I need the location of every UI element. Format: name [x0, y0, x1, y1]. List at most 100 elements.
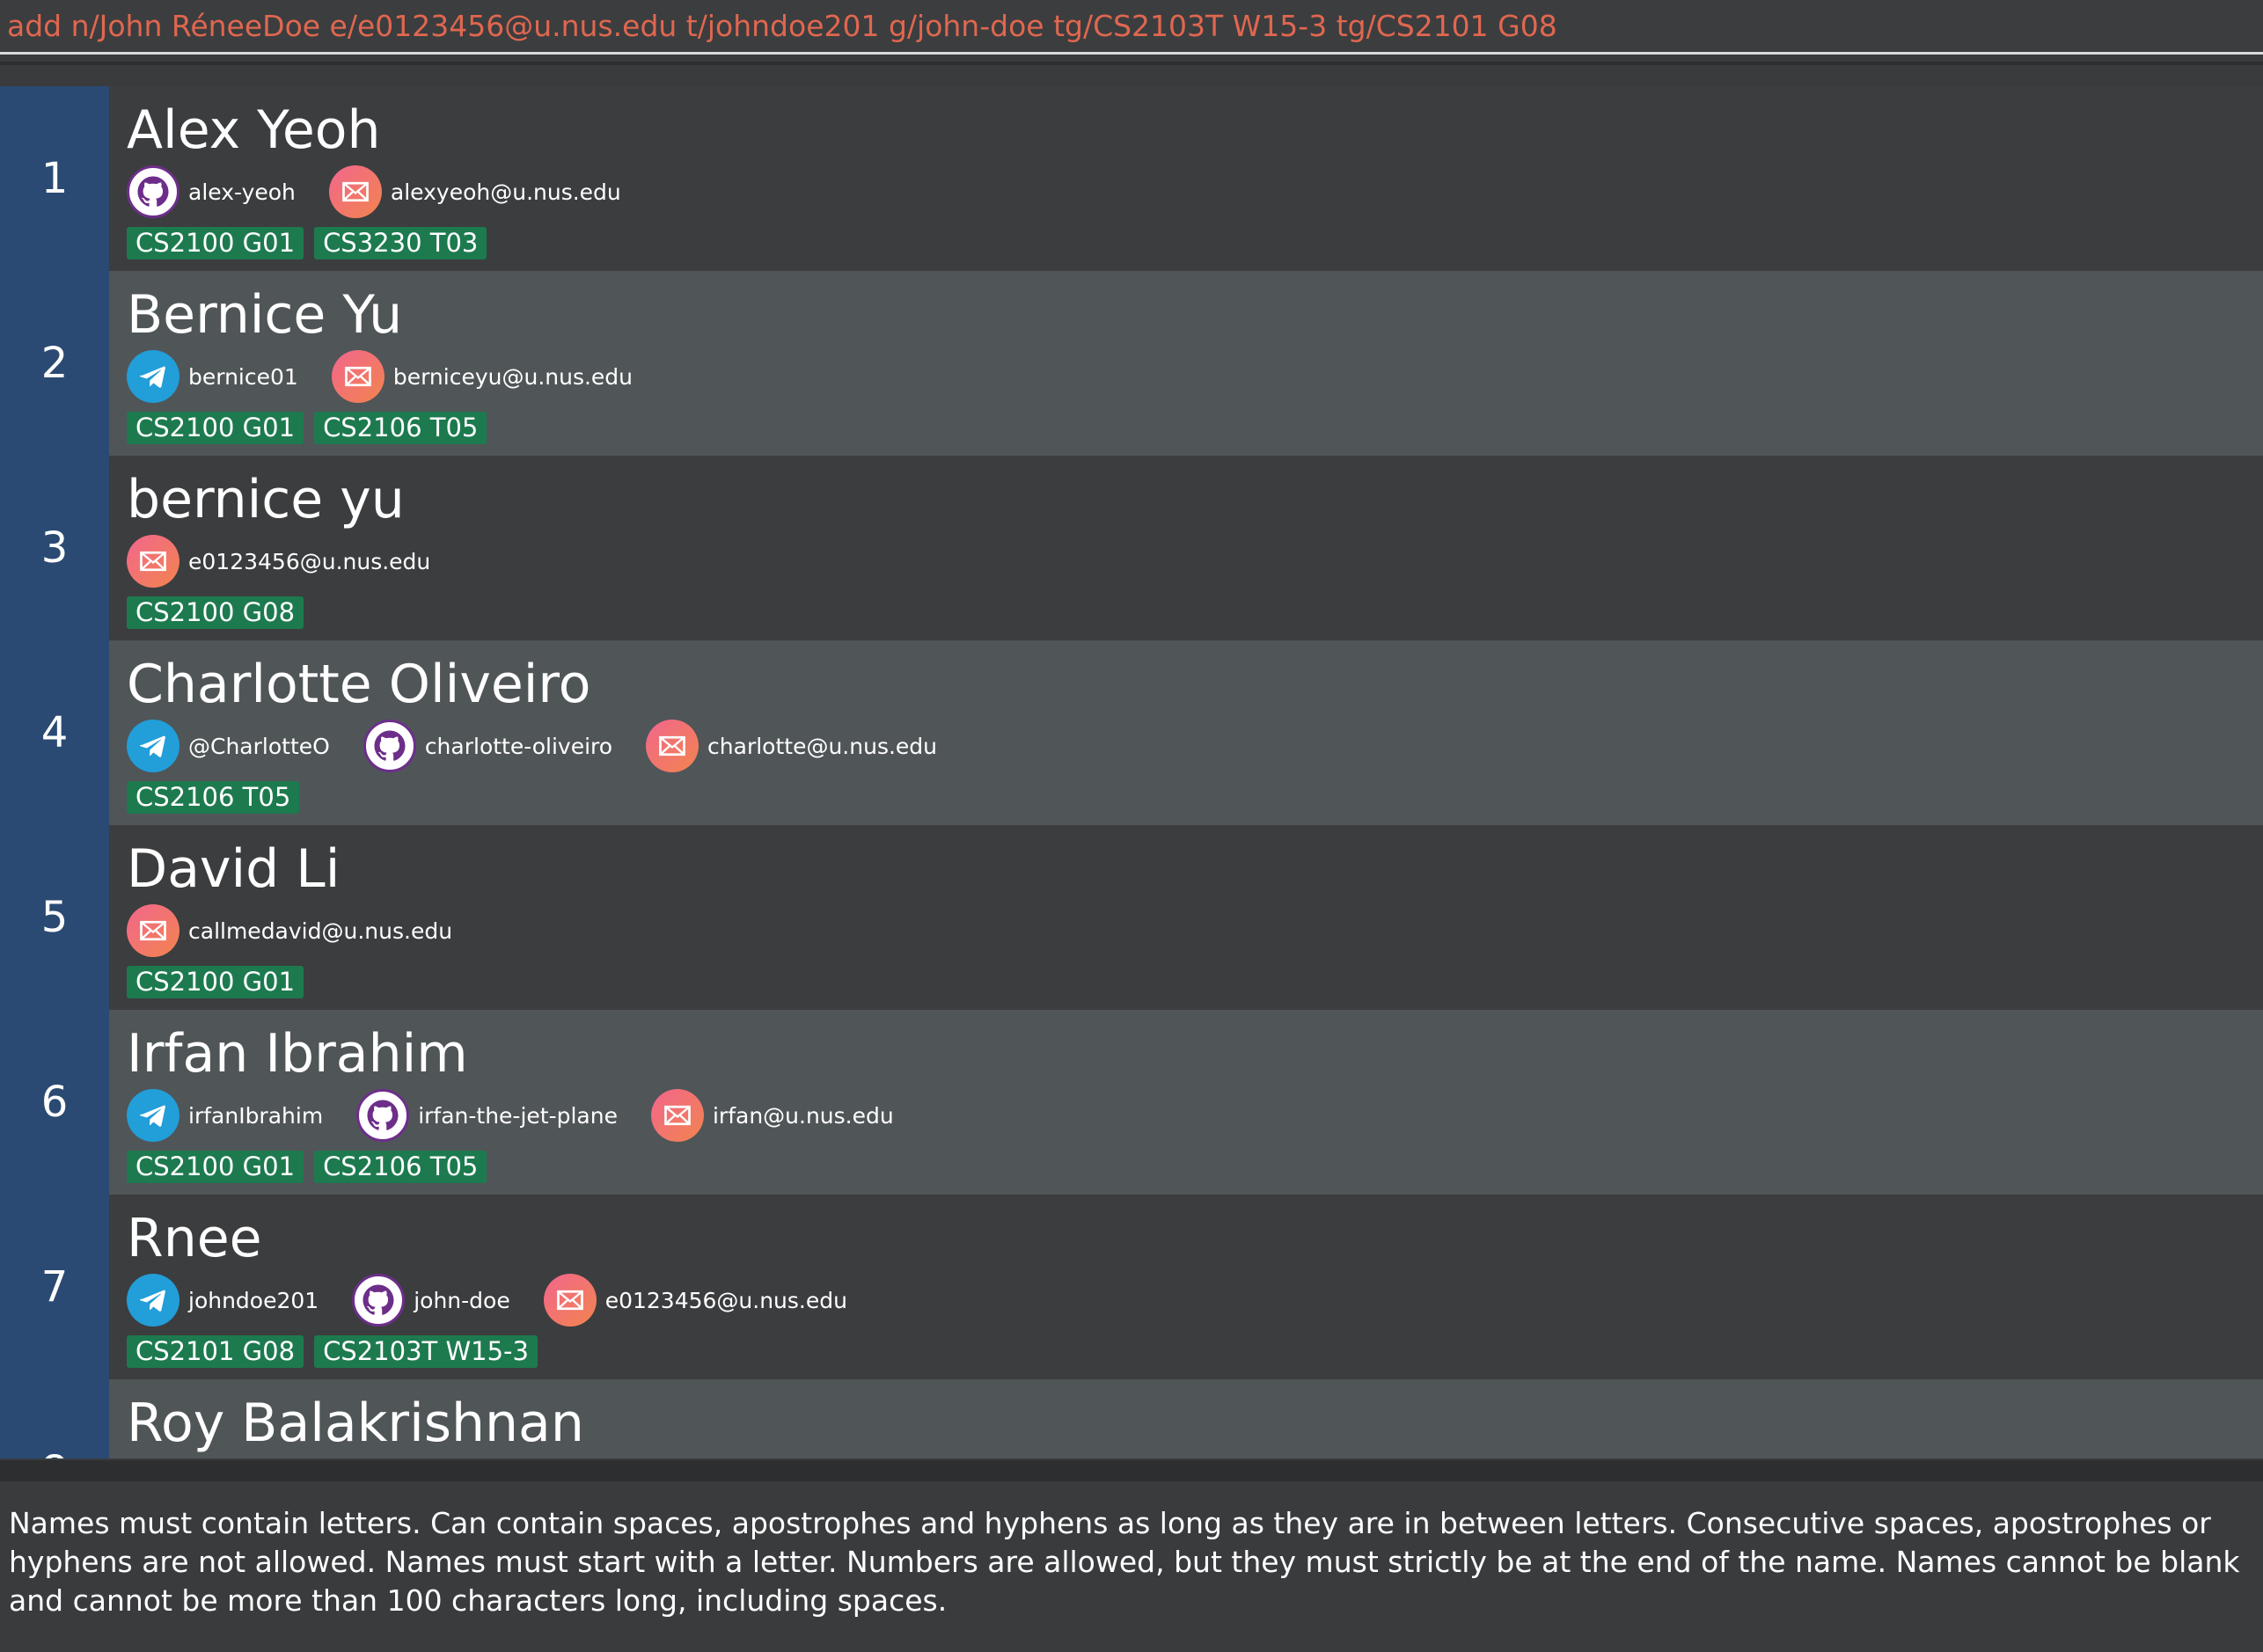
contact-item: alexyeoh@u.nus.edu: [328, 165, 621, 218]
person-index: 8: [0, 1379, 109, 1458]
contact-item: charlotte-oliveiro: [363, 720, 612, 772]
contact-text: e0123456@u.nus.edu: [604, 1287, 847, 1313]
github-icon: [356, 1089, 410, 1142]
contact-item: irfan-the-jet-plane: [356, 1089, 618, 1142]
tag-badge: CS2100 G01: [127, 412, 304, 444]
contact-item: irfanIbrahim: [127, 1089, 323, 1142]
person-index: 6: [0, 1010, 109, 1195]
command-input[interactable]: [7, 5, 2251, 48]
contact-item: johndoe201: [127, 1274, 319, 1327]
contact-text: alexyeoh@u.nus.edu: [390, 179, 621, 205]
contact-item: callmedavid@u.nus.edu: [127, 904, 452, 957]
person-name: Bernice Yu: [127, 284, 403, 346]
email-icon: [331, 350, 384, 403]
email-icon: [650, 1089, 704, 1142]
tag-badge: CS2106 T05: [314, 412, 487, 444]
tag-list: CS2100 G01 CS3230 T03: [127, 227, 2263, 259]
tag-list: CS2100 G08: [127, 596, 2263, 629]
person-card[interactable]: 6 Irfan Ibrahim irfanIbrahim irfan-the-jet-…: [0, 1010, 2263, 1195]
contact-list: alex-yeoh alexyeoh@u.nus.edu: [127, 165, 2263, 218]
person-details: Alex Yeoh alex-yeoh alexyeoh@u.nus.edu CS21…: [127, 97, 2263, 259]
tag-badge: CS2100 G01: [127, 227, 304, 259]
person-name: Irfan Ibrahim: [127, 1023, 468, 1085]
tag-badge: CS2100 G08: [127, 596, 304, 629]
contact-item: alex-yeoh: [127, 165, 296, 218]
contact-text: irfan@u.nus.edu: [712, 1102, 894, 1129]
person-index: 1: [0, 86, 109, 271]
contact-text: charlotte-oliveiro: [424, 733, 613, 759]
contact-text: irfanIbrahim: [188, 1102, 324, 1129]
person-name: Alex Yeoh: [127, 99, 381, 161]
github-icon: [127, 165, 179, 218]
person-name: David Li: [127, 838, 341, 900]
contact-text: @CharlotteO: [188, 733, 330, 759]
person-name: Roy Balakrishnan: [127, 1393, 584, 1454]
person-card[interactable]: 5 David Li callmedavid@u.nus.edu CS2100 G01: [0, 825, 2263, 1010]
contact-item: irfan@u.nus.edu: [650, 1089, 894, 1142]
person-name: bernice yu: [127, 469, 405, 530]
contact-item: @CharlotteO: [127, 720, 330, 772]
email-icon: [646, 720, 699, 772]
person-index: 7: [0, 1195, 109, 1379]
contact-list: irfanIbrahim irfan-the-jet-plane irfan@u.n…: [127, 1089, 2263, 1142]
contact-text: irfan-the-jet-plane: [418, 1102, 618, 1129]
telegram-icon: [127, 1089, 179, 1142]
result-message: Names must contain letters. Can contain …: [9, 1506, 2240, 1618]
person-details: Charlotte Oliveiro @CharlotteO charlotte-o…: [127, 651, 2263, 814]
tag-list: CS2100 G01: [127, 966, 2263, 998]
person-card[interactable]: 4 Charlotte Oliveiro @CharlotteO charlotte-…: [0, 640, 2263, 825]
tag-list: CS2100 G01 CS2106 T05: [127, 1151, 2263, 1183]
tag-badge: CS2106 T05: [314, 1151, 487, 1183]
contact-item: bernice01: [127, 350, 298, 403]
person-index: 2: [0, 271, 109, 456]
person-details: David Li callmedavid@u.nus.edu CS2100 G01: [127, 836, 2263, 998]
person-name: Rnee: [127, 1208, 262, 1269]
github-icon: [363, 720, 416, 772]
person-index: 4: [0, 640, 109, 825]
person-card[interactable]: 1 Alex Yeoh alex-yeoh alexyeoh@u.nus.edu CS2…: [0, 86, 2263, 271]
tag-badge: CS2101 G08: [127, 1335, 304, 1368]
tag-list: CS2101 G08 CS2103T W15-3: [127, 1335, 2263, 1368]
telegram-icon: [127, 1274, 179, 1327]
contact-list: @CharlotteO charlotte-oliveiro charlotte@u…: [127, 720, 2263, 772]
person-details: Rnee johndoe201 john-doe e0123456@u.nus.edu…: [127, 1205, 2263, 1368]
contact-list: bernice01 berniceyu@u.nus.edu: [127, 350, 2263, 403]
telegram-icon: [127, 350, 179, 403]
email-icon: [328, 165, 382, 218]
command-box: [0, 0, 2263, 55]
contact-text: johndoe201: [188, 1287, 319, 1313]
contact-text: alex-yeoh: [188, 179, 296, 205]
contact-item: berniceyu@u.nus.edu: [331, 350, 633, 403]
person-card[interactable]: 7 Rnee johndoe201 john-doe e0123456@u.nus.ed…: [0, 1195, 2263, 1379]
contact-text: bernice01: [188, 363, 298, 390]
tag-badge: CS2100 G01: [127, 1151, 304, 1183]
tag-badge: CS2100 G01: [127, 966, 304, 998]
contact-text: callmedavid@u.nus.edu: [188, 917, 453, 944]
email-icon: [543, 1274, 597, 1327]
person-details: Roy Balakrishnan: [127, 1390, 2263, 1457]
tag-list: CS2100 G01 CS2106 T05: [127, 412, 2263, 444]
tag-badge: CS2103T W15-3: [314, 1335, 538, 1368]
person-details: bernice yu e0123456@u.nus.edu CS2100 G08: [127, 466, 2263, 629]
email-icon: [127, 904, 179, 957]
contact-list: callmedavid@u.nus.edu: [127, 904, 2263, 957]
contact-item: john-doe: [352, 1274, 510, 1327]
person-card[interactable]: 2 Bernice Yu bernice01 berniceyu@u.nus.edu C…: [0, 271, 2263, 456]
person-card[interactable]: 3 bernice yu e0123456@u.nus.edu CS2100 G08: [0, 456, 2263, 640]
tag-badge: CS3230 T03: [314, 227, 487, 259]
contact-list: e0123456@u.nus.edu: [127, 535, 2263, 588]
person-index: 3: [0, 456, 109, 640]
divider: [0, 62, 2263, 65]
contact-list: johndoe201 john-doe e0123456@u.nus.edu: [127, 1274, 2263, 1327]
contact-item: e0123456@u.nus.edu: [543, 1274, 847, 1327]
divider: [0, 1460, 2263, 1481]
result-display: Names must contain letters. Can contain …: [0, 1481, 2263, 1652]
tag-list: CS2106 T05: [127, 781, 2263, 814]
email-icon: [127, 535, 179, 588]
person-list[interactable]: 1 Alex Yeoh alex-yeoh alexyeoh@u.nus.edu CS2…: [0, 86, 2263, 1458]
github-icon: [352, 1274, 406, 1327]
person-details: Irfan Ibrahim irfanIbrahim irfan-the-jet-p…: [127, 1020, 2263, 1183]
person-card[interactable]: 8 Roy Balakrishnan: [0, 1379, 2263, 1458]
person-index: 5: [0, 825, 109, 1010]
contact-text: e0123456@u.nus.edu: [188, 548, 431, 574]
